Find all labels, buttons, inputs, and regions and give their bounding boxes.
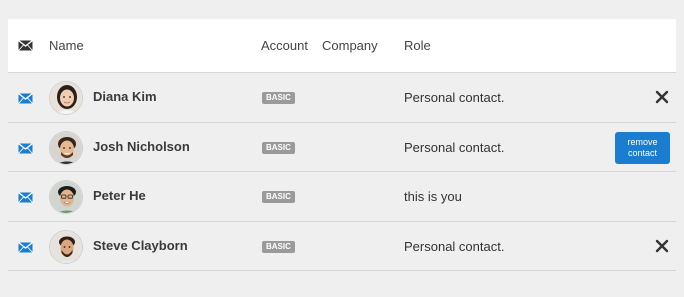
avatar [49, 130, 83, 165]
contact-name[interactable]: Diana Kim [93, 89, 157, 104]
contact-role: Personal contact. [404, 238, 505, 254]
column-header-account[interactable]: Account [261, 38, 308, 53]
account-badge: BASIC [262, 240, 295, 253]
account-badge: BASIC [262, 191, 295, 203]
table-row: Josh Nicholson BASIC Personal contact. r… [8, 122, 676, 172]
contacts-table: Name Account Company Role Diana Kim BASI… [8, 19, 676, 271]
envelope-icon[interactable] [18, 40, 33, 51]
table-row: Diana Kim BASIC Personal contact. [8, 73, 676, 123]
table-header: Name Account Company Role [8, 19, 676, 73]
envelope-icon[interactable] [18, 93, 33, 104]
envelope-icon[interactable] [18, 241, 33, 253]
remove-contact-button[interactable]: remove contact [615, 131, 670, 164]
contact-role: Personal contact. [404, 90, 505, 105]
avatar [49, 81, 83, 115]
avatar [49, 180, 83, 214]
column-header-company[interactable]: Company [322, 38, 378, 53]
column-header-role[interactable]: Role [404, 38, 431, 53]
table-row: Steve Clayborn BASIC Personal contact. [8, 221, 676, 271]
account-badge: BASIC [262, 141, 295, 154]
contact-role: this is you [404, 189, 462, 204]
close-icon[interactable] [655, 90, 669, 104]
table-row: Peter He BASIC this is you [8, 172, 676, 222]
close-icon[interactable] [655, 239, 669, 253]
contact-name[interactable]: Peter He [93, 188, 146, 203]
column-header-name[interactable]: Name [49, 38, 84, 53]
avatar [49, 229, 83, 264]
contact-name[interactable]: Josh Nicholson [93, 139, 190, 154]
account-badge: BASIC [262, 92, 295, 104]
contact-role: Personal contact. [404, 139, 505, 155]
contact-name[interactable]: Steve Clayborn [93, 238, 188, 253]
envelope-icon[interactable] [18, 142, 33, 154]
envelope-icon[interactable] [18, 192, 33, 203]
